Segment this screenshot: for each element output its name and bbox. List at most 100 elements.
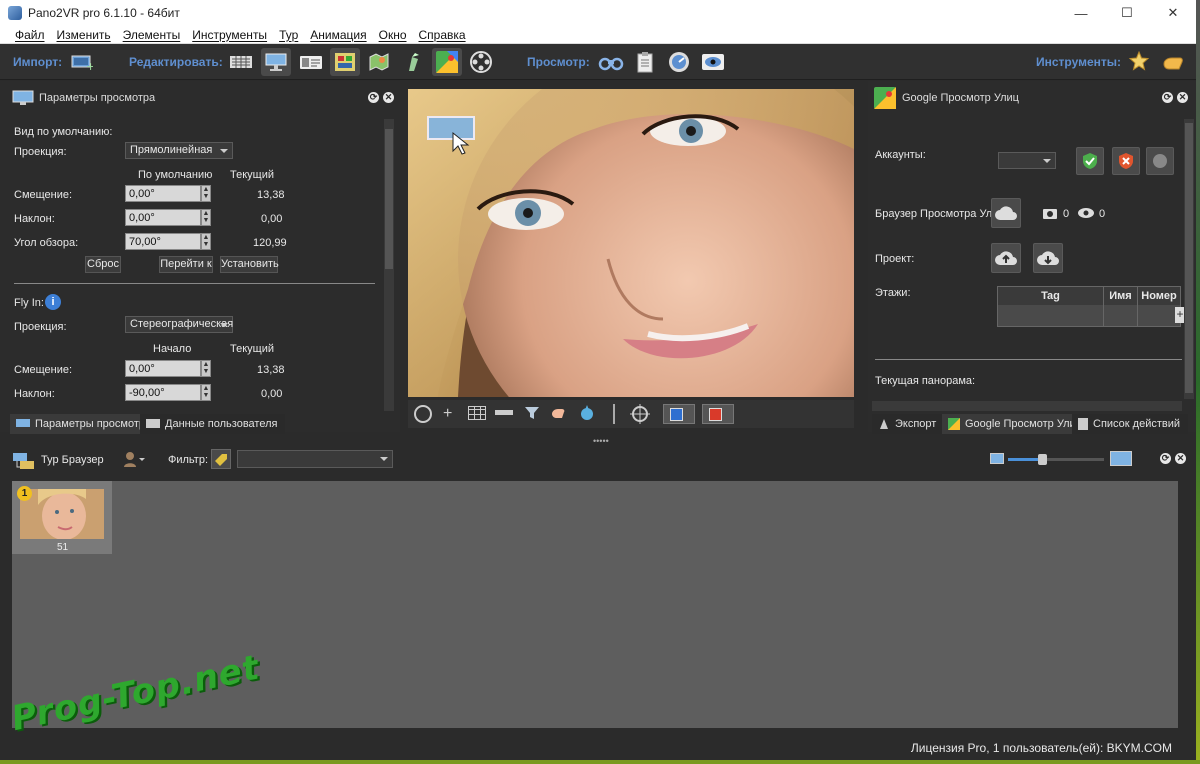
table-header-tag[interactable]: Tag <box>998 287 1104 305</box>
current-pano-label: Текущая панорама: <box>875 375 976 387</box>
video-icon[interactable] <box>466 48 496 76</box>
tilt-input[interactable]: 0,00° <box>125 209 201 226</box>
default-view-label: Вид по умолчанию: <box>14 126 113 138</box>
target-icon[interactable] <box>630 404 650 424</box>
tilt-spinner[interactable]: ▲ ▼ <box>201 209 211 226</box>
clipboard-icon[interactable] <box>630 48 660 76</box>
set-button[interactable]: Установить <box>220 256 279 273</box>
pan-spinner[interactable]: ▲ ▼ <box>201 185 211 202</box>
filter-tag-icon[interactable] <box>211 449 231 469</box>
info-icon[interactable]: i <box>45 294 61 310</box>
accounts-select[interactable] <box>998 152 1056 169</box>
tb-close-icon[interactable]: ✕ <box>1175 453 1186 464</box>
panel-close-icon[interactable]: ✕ <box>383 92 394 103</box>
hand-tool-icon[interactable] <box>1158 48 1188 76</box>
status-bar: Лицензия Pro, 1 пользователь(ей): BKYM.C… <box>0 736 1196 760</box>
sv-undock-icon[interactable]: ⟳ <box>1162 92 1173 103</box>
flyin-tilt-input[interactable]: -90,00° <box>125 384 201 401</box>
skin-editor-icon[interactable] <box>330 48 360 76</box>
thumb-size-slider[interactable] <box>1008 454 1104 465</box>
fov-input[interactable]: 70,00° <box>125 233 201 250</box>
ruler-icon[interactable] <box>495 410 513 415</box>
table-row[interactable] <box>998 305 1180 326</box>
gsv-tab-icon <box>948 418 960 430</box>
hand-icon[interactable] <box>549 405 567 421</box>
tab-google-street-view[interactable]: Google Просмотр Улиц <box>942 414 1090 434</box>
main-toolbar: Импорт: + Редактировать: Просмотр: Инстр… <box>0 44 1196 80</box>
floors-label: Этажи: <box>875 287 911 299</box>
viewing-params-title: Параметры просмотра <box>39 92 156 104</box>
table-header-name[interactable]: Имя <box>1104 287 1138 305</box>
tab-user-data[interactable]: Данные пользователя <box>140 414 286 434</box>
cloud-search-button[interactable] <box>991 198 1021 228</box>
binoculars-icon[interactable] <box>596 48 626 76</box>
menu-animation[interactable]: Анимация <box>310 28 366 42</box>
panorama-thumbnail[interactable]: 1 51 <box>12 481 112 554</box>
import-panorama-icon[interactable]: + <box>67 48 97 76</box>
viewport-marker-icon <box>427 116 475 140</box>
col-default-header: По умолчанию <box>138 169 213 181</box>
tab-viewing-params[interactable]: Параметры просмотра <box>10 414 160 434</box>
flyin-projection-value: Стереографическая <box>130 318 234 330</box>
undock-icon[interactable]: ⟳ <box>368 92 379 103</box>
compass-icon[interactable] <box>414 405 432 423</box>
menu-help[interactable]: Справка <box>419 28 466 42</box>
left-scrollbar[interactable] <box>384 119 394 411</box>
projection-select[interactable]: Прямолинейная <box>125 142 233 159</box>
grid-icon[interactable] <box>468 406 486 420</box>
web-preview-icon[interactable] <box>664 48 694 76</box>
hotspot-icon[interactable] <box>577 404 597 422</box>
red-color-picker[interactable] <box>702 404 734 424</box>
minimize-button[interactable]: — <box>1058 0 1104 26</box>
flyin-pan-input[interactable]: 0,00° <box>125 360 201 377</box>
user-data-icon[interactable] <box>296 48 326 76</box>
cloud-upload-button[interactable] <box>991 243 1021 273</box>
shield-check-button[interactable] <box>1076 147 1104 175</box>
funnel-icon[interactable] <box>524 405 540 421</box>
google-street-view-icon[interactable] <box>432 48 462 76</box>
toolbar-divider <box>613 404 615 424</box>
patch-editor-icon[interactable] <box>226 48 256 76</box>
tab-action-list[interactable]: Список действий <box>1072 414 1189 434</box>
eye-preview-icon[interactable] <box>698 48 728 76</box>
menu-tour[interactable]: Тур <box>279 28 298 42</box>
viewing-parameters-icon[interactable] <box>261 48 291 76</box>
blue-color-picker[interactable] <box>663 404 695 424</box>
splitter-handle[interactable]: ••••• <box>593 436 609 446</box>
menu-edit[interactable]: Изменить <box>57 28 111 42</box>
sv-close-icon[interactable]: ✕ <box>1177 92 1188 103</box>
flyin-pan-spinner[interactable]: ▲ ▼ <box>201 360 211 377</box>
flyin-projection-select[interactable]: Стереографическая <box>125 316 233 333</box>
cloud-download-button[interactable] <box>1033 243 1063 273</box>
fov-label: Угол обзора: <box>14 237 79 249</box>
reset-button[interactable]: Сброс <box>85 256 121 273</box>
goto-button[interactable]: Перейти к <box>159 256 213 273</box>
thumb-size-slider-handle[interactable] <box>1038 454 1047 465</box>
animation-icon[interactable] <box>398 48 428 76</box>
close-button[interactable]: ✕ <box>1150 0 1196 26</box>
account-settings-button[interactable] <box>1146 147 1174 175</box>
maximize-button[interactable]: ☐ <box>1104 0 1150 26</box>
tour-map-icon[interactable] <box>364 48 394 76</box>
menu-tools[interactable]: Инструменты <box>192 28 267 42</box>
sv-h-scrollbar[interactable] <box>872 401 1182 411</box>
magic-wand-icon[interactable] <box>1124 48 1154 76</box>
left-scrollbar-thumb[interactable] <box>385 129 393 269</box>
tb-undock-icon[interactable]: ⟳ <box>1160 453 1171 464</box>
menu-elements[interactable]: Элементы <box>123 28 181 42</box>
pan-input[interactable]: 0,00° <box>125 185 201 202</box>
table-header-number[interactable]: Номер <box>1138 287 1180 305</box>
user-sort-button[interactable] <box>122 450 146 468</box>
tab-export[interactable]: Экспорт <box>872 414 945 434</box>
filter-combo[interactable] <box>237 450 393 468</box>
flyin-tilt-spinner[interactable]: ▲ ▼ <box>201 384 211 401</box>
sv-divider <box>875 359 1182 360</box>
shield-remove-button[interactable] <box>1112 147 1140 175</box>
view-count: 0 <box>1099 208 1106 220</box>
panorama-viewer[interactable] <box>408 89 854 397</box>
fov-spinner[interactable]: ▲ ▼ <box>201 233 211 250</box>
menu-window[interactable]: Окно <box>379 28 407 42</box>
menu-file[interactable]: Файл <box>15 28 45 42</box>
crosshair-plus-icon[interactable]: + <box>443 405 452 423</box>
sv-v-scrollbar[interactable] <box>1184 119 1194 399</box>
